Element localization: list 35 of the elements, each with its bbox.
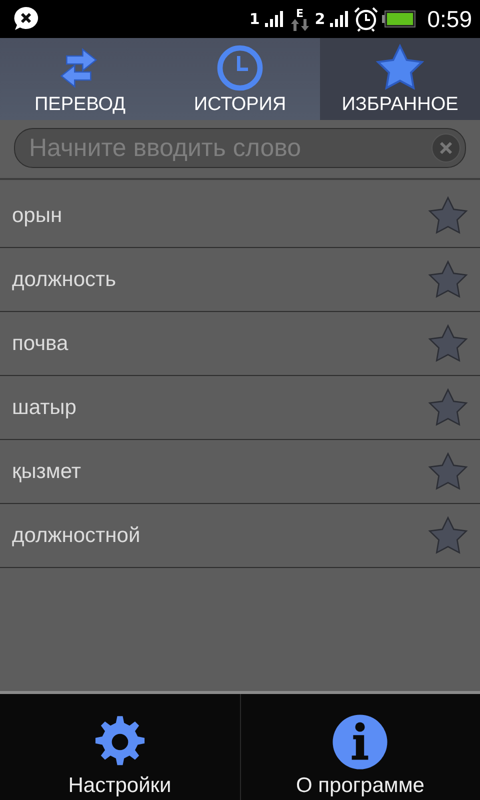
menu-item[interactable]: Настройки <box>0 694 240 800</box>
list-item[interactable]: почва <box>0 312 480 376</box>
clock-icon <box>216 44 264 92</box>
list-item[interactable]: должностной <box>0 504 480 568</box>
menu-item[interactable]: О программе <box>240 694 480 800</box>
star-icon[interactable] <box>428 516 468 556</box>
tab[interactable]: ИЗБРАННОЕ <box>320 38 480 120</box>
word-text: почва <box>12 332 68 356</box>
sim-label: 2 <box>314 10 326 28</box>
star-icon[interactable] <box>428 260 468 300</box>
clock-time: 0:59 <box>427 6 472 32</box>
list-item[interactable]: должность <box>0 248 480 312</box>
star-icon[interactable] <box>428 452 468 492</box>
word-text: орын <box>12 204 62 228</box>
signal-icon <box>262 9 285 29</box>
list-item[interactable]: қызмет <box>0 440 480 504</box>
signal-icon <box>328 9 350 29</box>
network-label: E <box>296 8 304 18</box>
word-text: должностной <box>12 524 140 548</box>
notification-icon <box>12 5 40 33</box>
word-text: должность <box>12 268 116 292</box>
sim-label: 1 <box>249 10 260 28</box>
data-arrows-icon <box>290 18 309 30</box>
clear-icon[interactable] <box>431 133 461 163</box>
star-icon[interactable] <box>428 324 468 364</box>
star-icon <box>376 44 424 92</box>
star-icon[interactable] <box>428 196 468 236</box>
word-text: шатыр <box>12 396 76 420</box>
list-item[interactable]: орын <box>0 184 480 248</box>
star-icon[interactable] <box>428 388 468 428</box>
word-text: қызмет <box>12 460 81 484</box>
list-item[interactable]: шатыр <box>0 376 480 440</box>
info-icon <box>330 712 390 772</box>
alarm-clock-icon <box>353 6 380 32</box>
battery-icon <box>382 10 416 28</box>
